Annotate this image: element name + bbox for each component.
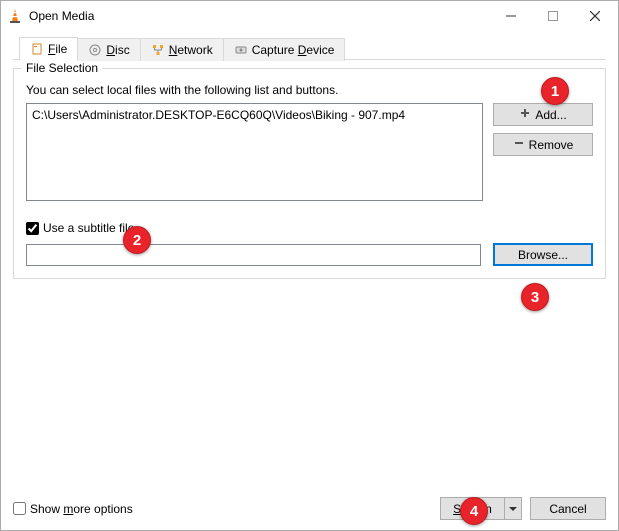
file-list-item[interactable]: C:\Users\Administrator.DESKTOP-E6CQ60Q\V… [32, 107, 477, 123]
callout-badge-3: 3 [521, 283, 549, 311]
tab-disc[interactable]: Disc [77, 38, 140, 61]
file-selection-group: File Selection You can select local file… [13, 68, 606, 279]
help-text: You can select local files with the foll… [26, 83, 593, 97]
tab-file-label: File [48, 42, 67, 56]
cancel-label: Cancel [549, 502, 586, 516]
titlebar: Open Media [1, 1, 618, 31]
window-controls [490, 2, 616, 30]
chevron-down-icon [509, 502, 517, 516]
file-icon [30, 42, 44, 56]
remove-button[interactable]: Remove [493, 133, 593, 156]
capture-icon [234, 43, 248, 57]
subtitle-checkbox[interactable] [26, 222, 39, 235]
dialog-footer: Show more options Stream Cancel [13, 497, 606, 520]
file-list[interactable]: C:\Users\Administrator.DESKTOP-E6CQ60Q\V… [26, 103, 483, 201]
callout-badge-2: 2 [123, 226, 151, 254]
more-options-checkbox[interactable] [13, 502, 26, 515]
tab-network[interactable]: Network [140, 38, 224, 61]
minus-icon [513, 137, 525, 152]
more-options-label: Show more options [30, 502, 133, 516]
close-button[interactable] [574, 2, 616, 30]
add-button[interactable]: Add... [493, 103, 593, 126]
vlc-cone-icon [7, 8, 23, 24]
tab-file[interactable]: File [19, 37, 78, 61]
remove-label: Remove [529, 138, 574, 152]
browse-button[interactable]: Browse... [493, 243, 593, 266]
tab-capture[interactable]: Capture Device [223, 38, 346, 61]
maximize-button[interactable] [532, 2, 574, 30]
tab-strip: File Disc Network Capture Device [13, 37, 606, 60]
tab-content: File Selection You can select local file… [13, 68, 606, 279]
tab-disc-label: Disc [106, 43, 129, 57]
subtitle-path-input[interactable] [26, 244, 481, 266]
callout-badge-1: 1 [541, 77, 569, 105]
cancel-button[interactable]: Cancel [530, 497, 606, 520]
minimize-button[interactable] [490, 2, 532, 30]
callout-badge-4: 4 [460, 497, 488, 525]
add-label: Add... [535, 108, 566, 122]
tab-network-label: Network [169, 43, 213, 57]
window-title: Open Media [29, 9, 490, 23]
play-dropdown-button[interactable] [504, 497, 522, 520]
subtitle-checkbox-label: Use a subtitle file [43, 221, 134, 235]
tab-capture-label: Capture Device [252, 43, 335, 57]
disc-icon [88, 43, 102, 57]
group-title: File Selection [22, 61, 102, 75]
network-icon [151, 43, 165, 57]
browse-label: Browse... [518, 248, 568, 262]
plus-icon [519, 107, 531, 122]
